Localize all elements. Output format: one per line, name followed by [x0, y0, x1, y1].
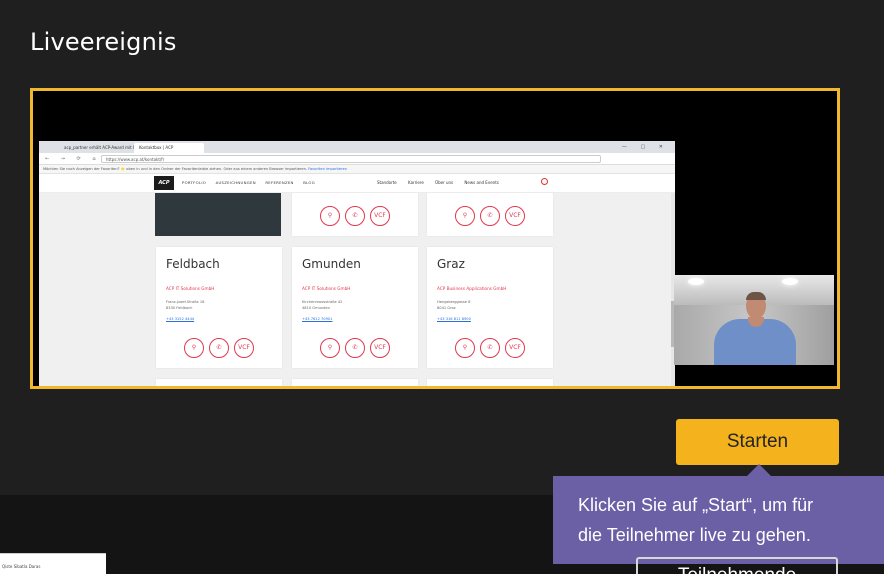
site-right-item: News and Events: [464, 180, 499, 185]
tooltip-arrow: [747, 464, 771, 476]
site-right-item: Über uns: [435, 180, 454, 185]
site-right-item: Karriere: [408, 180, 424, 185]
browser-tab: acp_partner erhält ACP-Award mit Preis: [59, 143, 143, 153]
tooltip-text: die Teilnehmer live zu gehen.: [578, 525, 811, 545]
acp-logo: ACP: [154, 176, 174, 190]
site-menu-item: PORTFOLIO: [182, 180, 207, 185]
site-right-item: Standorte: [377, 180, 397, 185]
presenter-hair: [746, 292, 766, 300]
shared-screen-browser: acp_partner erhält ACP-Award mit Preis K…: [39, 141, 675, 386]
ceiling-light: [688, 278, 704, 285]
thumbnail-text: Qiste Sibatla Daras: [2, 564, 41, 569]
live-event-screen: Liveereignis acp_partner erhält ACP-Awar…: [0, 0, 884, 574]
page-title: Liveereignis: [30, 28, 177, 56]
browser-info-bar: Möchten Sie noch Anzeigen der Favoriten?…: [39, 165, 675, 174]
participants-button[interactable]: Teilnehmende: [636, 557, 838, 574]
ceiling-light: [782, 278, 798, 285]
start-tooltip: Klicken Sie auf „Start“, um für die Teil…: [553, 476, 884, 564]
live-preview: acp_partner erhält ACP-Award mit Preis K…: [30, 88, 840, 389]
site-menu-item: AUSZEICHNUNGEN: [215, 180, 256, 185]
search-icon: [541, 178, 548, 185]
window-thumbnail[interactable]: Qiste Sibatla Daras: [0, 553, 106, 574]
browser-url: https://www.acp.at/kontakt/fr: [101, 155, 601, 163]
site-navigation: ACP PORTFOLIO AUSZEICHNUNGEN REFERENZEN …: [39, 174, 675, 193]
tooltip-text: Klicken Sie auf „Start“, um für: [578, 495, 814, 515]
info-text: Möchten Sie noch Anzeigen der Favoriten?…: [43, 167, 308, 171]
site-menu-item: BLOG: [303, 180, 315, 185]
start-button[interactable]: Starten: [676, 419, 839, 465]
browser-nav-icon: ← → ⟳ ⌂: [45, 156, 101, 162]
info-link: Favoriten importieren: [308, 167, 347, 171]
browser-address-bar: ← → ⟳ ⌂ https://www.acp.at/kontakt/fr: [39, 153, 675, 165]
browser-tab-bar: acp_partner erhält ACP-Award mit Preis K…: [39, 141, 675, 153]
site-menu-item: REFERENZEN: [265, 180, 294, 185]
presenter-camera-feed: [674, 275, 834, 365]
window-controls-icon: — ▢ ✕: [621, 144, 669, 150]
browser-tab-active: Kontaktbox | ACP: [134, 143, 204, 153]
site-menu: PORTFOLIO AUSZEICHNUNGEN REFERENZEN BLOG: [182, 180, 323, 185]
site-right-menu: Standorte Karriere Über uns News and Eve…: [377, 180, 509, 185]
